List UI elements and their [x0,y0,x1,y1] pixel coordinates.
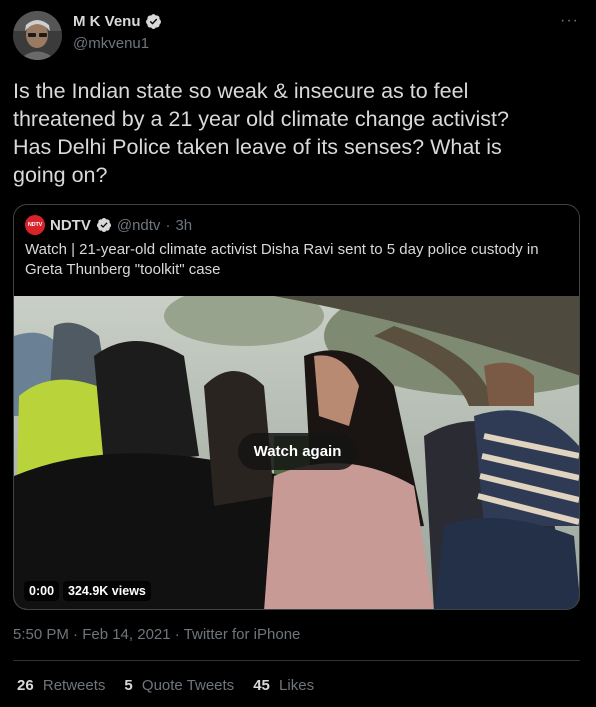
tweet-text: Is the Indian state so weak & insecure a… [13,79,509,187]
quoted-author-name[interactable]: NDTV [50,217,91,234]
quoted-author-handle[interactable]: @ndtv [117,217,161,234]
divider [13,660,580,661]
tweet-stats: 26 Retweets 5 Quote Tweets 45 Likes [17,677,314,694]
quoted-time[interactable]: 3h [175,217,192,234]
quoted-tweet-text: Watch | 21-year-old climate activist Dis… [25,241,539,278]
retweets-count: 26 [17,677,34,694]
verified-badge-icon [96,218,111,232]
retweets-stat[interactable]: 26 Retweets [17,677,105,694]
watch-again-button[interactable]: Watch again [238,433,357,470]
tweet: M K Venu @mkvenu1 ··· Is the Indian stat… [0,0,596,707]
likes-label: Likes [279,677,315,694]
video-badges: 0:00 324.9K views [24,581,151,601]
quoted-tweet[interactable]: NDTV NDTV @ndtv · 3h Watch | 21-year-old… [13,204,580,610]
author-name-text[interactable]: M K Venu [73,13,141,30]
quoted-separator: · [165,216,171,234]
quotes-label: Quote Tweets [141,677,235,694]
author-name[interactable]: M K Venu [73,13,162,30]
author-handle[interactable]: @mkvenu1 [73,35,149,52]
ndtv-logo-icon: NDTV [25,215,45,235]
video-player[interactable]: Watch again 0:00 324.9K views [14,296,579,609]
video-views: 324.9K views [63,581,151,601]
video-duration: 0:00 [24,581,60,601]
likes-stat[interactable]: 45 Likes [253,677,314,694]
retweets-label: Retweets [42,677,106,694]
verified-badge-icon [145,14,161,29]
quoted-tweet-header: NDTV NDTV @ndtv · 3h [25,215,192,235]
likes-count: 45 [253,677,270,694]
quote-tweets-stat[interactable]: 5 Quote Tweets [124,677,234,694]
more-options-icon[interactable]: ··· [560,12,579,30]
author-avatar[interactable] [13,11,62,60]
tweet-timestamp[interactable]: 5:50 PM · Feb 14, 2021 · Twitter for iPh… [13,626,300,643]
quotes-count: 5 [124,677,133,694]
